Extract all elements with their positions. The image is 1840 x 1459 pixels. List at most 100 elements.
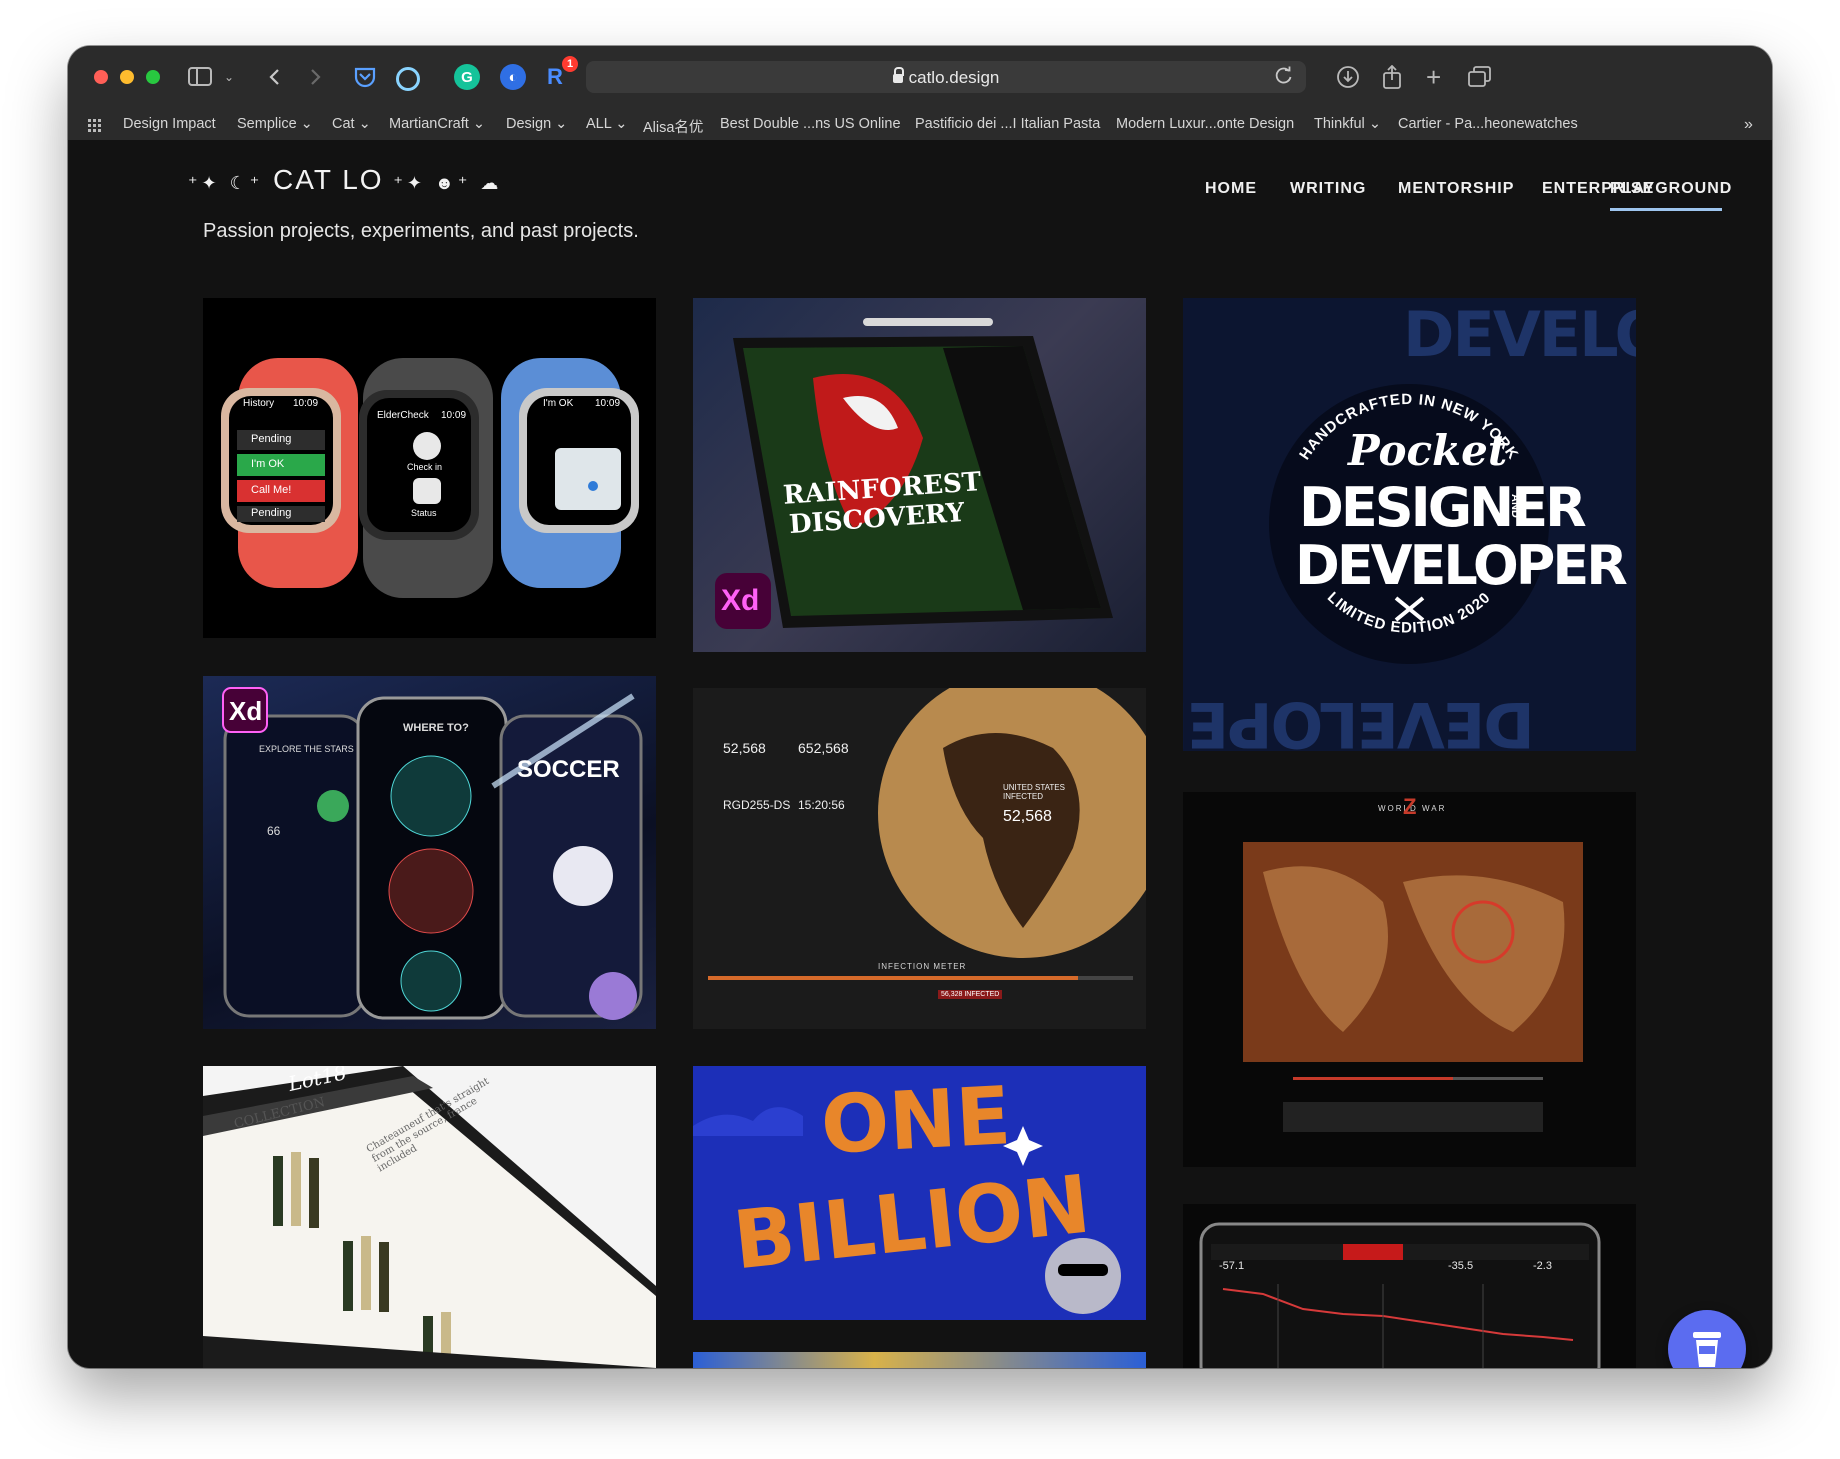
sparkle-icon: ⁺✦ ☾⁺ [188,173,264,193]
project-card-trading[interactable]: -57.1 -35.5 -2.3 [1183,1204,1636,1368]
watch-right-title: I'm OK [543,398,574,409]
close-window-button[interactable] [94,70,108,84]
project-card-wine[interactable]: Lot18 COLLECTION Chateauneuf that's stra… [203,1066,656,1368]
stat-value: 52,568 [723,740,766,756]
chevron-down-icon: ⌄ [300,116,313,132]
phone-1-title: EXPLORE THE STARS [259,744,354,754]
xd-badge: Xd [229,696,263,726]
reload-icon[interactable] [1274,66,1294,91]
bookmark-item[interactable]: Alisa名优 [643,116,703,137]
web-page: ⁺✦ ☾⁺ CAT LO ⁺✦ ☻⁺ ☁ HOME WRITING MENTOR… [68,140,1772,1368]
nav-mentorship[interactable]: MENTORSHIP [1398,180,1514,198]
pocket-and: AND [1509,494,1521,518]
sidebar-toggle-icon[interactable] [188,64,214,90]
watch-row: Pending [251,507,292,519]
address-bar[interactable]: catlo.design [586,61,1306,93]
pocket-line-2: DEVELOPER [1295,534,1628,597]
page-tagline: Passion projects, experiments, and past … [203,220,639,242]
shield-extension-icon[interactable]: ◐ [500,64,526,90]
bookmark-item[interactable]: Thinkful ⌄ [1314,116,1381,132]
logo-text: CAT LO [273,164,384,195]
trading-value: -57.1 [1219,1260,1245,1272]
watch-left-title: History [243,398,275,409]
chevron-down-icon[interactable]: ⌄ [224,64,234,90]
trading-illustration [1199,1222,1601,1368]
stat-value: 652,568 [798,740,849,756]
bookmark-item[interactable]: Semplice ⌄ [237,116,313,132]
grammarly-extension-icon[interactable]: G [454,64,480,90]
tab-overview-icon[interactable] [1468,64,1492,90]
extension-badge: 1 [562,56,578,72]
watch-left-time: 10:09 [293,398,319,409]
wwz-illustration [1243,842,1583,1132]
project-card-billion[interactable]: ONE BILLION [693,1066,1146,1320]
xd-badge: Xd [721,584,760,617]
bookmark-item[interactable]: ALL ⌄ [586,116,627,132]
browser-window: ⌄ G ◐ R1 catlo.design + Design Impact Se… [68,46,1772,1368]
minimize-window-button[interactable] [120,70,134,84]
bookmark-item[interactable]: Design ⌄ [506,116,567,132]
forward-icon[interactable] [308,64,322,90]
nav-writing[interactable]: WRITING [1290,180,1366,198]
watch-row: Pending [251,433,292,445]
sparkle-icon: ⁺✦ ☻⁺ ☁ [393,173,503,193]
bookmark-item[interactable]: Design Impact [123,116,216,132]
download-icon[interactable] [1336,64,1360,90]
stat-value: 15:20:56 [798,798,845,812]
browser-toolbar: ⌄ G ◐ R1 catlo.design + [68,46,1772,108]
bookmark-item[interactable]: Pastificio dei ...I Italian Pasta [915,116,1100,132]
meter-label: INFECTION METER [878,962,967,971]
url-text: catlo.design [908,68,1000,87]
bookmark-item[interactable]: Cat ⌄ [332,116,371,132]
circle-extension-icon[interactable] [396,67,420,91]
chevron-down-icon: ⌄ [358,116,371,132]
bookmark-item[interactable]: Cartier - Pa...heonewatches [1398,116,1578,132]
pocket-line-1: DESIGNER [1299,476,1587,539]
more-bookmarks-icon[interactable]: » [1744,116,1753,134]
trading-value: -35.5 [1448,1260,1474,1272]
bookmarks-bar: Design Impact Semplice ⌄ Cat ⌄ MartianCr… [68,108,1772,141]
site-logo[interactable]: ⁺✦ ☾⁺ CAT LO ⁺✦ ☻⁺ ☁ [188,164,502,196]
watch-right-time: 10:09 [595,398,621,409]
watch-center-label: Check in [407,462,443,472]
project-card-space[interactable]: Xd EXPLORE THE STARS WHERE TO? SOCCER 66 [203,676,656,1029]
window-controls [94,70,160,84]
nav-home[interactable]: HOME [1205,180,1257,198]
project-card-pocket[interactable]: DEVELOPER DEVELOPER HANDCRAFTED IN NEW Y… [1183,298,1636,751]
watch-center-title: ElderCheck [377,410,429,421]
chevron-down-icon: ⌄ [555,116,568,132]
watch-center-time: 10:09 [441,410,467,421]
apps-grid-icon[interactable] [88,119,104,132]
chevron-down-icon: ⌄ [472,116,485,132]
phone-3-title: SOCCER [517,756,620,783]
stat-value: RGD255-DS [723,798,791,812]
project-card-rainforest[interactable]: RAINFOREST DISCOVERY Xd [693,298,1146,652]
coffee-cup-icon [1693,1332,1721,1367]
project-card-infection[interactable]: 52,568 652,568 RGD255-DS 15:20:56 UNITED… [693,688,1146,1029]
project-card-wwz[interactable]: WORLD WAR Z [1183,792,1636,1167]
watch-row: I'm OK [251,458,285,470]
lock-icon [892,67,904,83]
pocket-script: Pocket [1348,426,1508,475]
pocket-extension-icon[interactable] [352,64,378,90]
watch-center-label: Status [411,508,437,518]
share-icon[interactable] [1382,64,1402,90]
phone-2-title: WHERE TO? [403,722,469,734]
new-tab-icon[interactable]: + [1426,62,1441,92]
planet-number: 66 [267,824,281,838]
back-icon[interactable] [268,64,282,90]
r-extension-icon[interactable]: R1 [542,56,578,90]
bookmark-item[interactable]: Modern Luxur...onte Design [1116,116,1294,132]
coffee-cup-button[interactable] [1668,1310,1746,1368]
chevron-down-icon: ⌄ [1368,116,1381,132]
project-card-partial[interactable] [693,1352,1146,1368]
bookmark-item[interactable]: MartianCraft ⌄ [389,116,485,132]
project-card-watch[interactable]: History 10:09 Pending I'm OK Call Me! Pe… [203,298,656,638]
zoom-window-button[interactable] [146,70,160,84]
nav-playground[interactable]: PLAYGROUND [1610,180,1732,198]
bookmark-item[interactable]: Best Double ...ns US Online [720,116,901,132]
active-nav-indicator [1610,208,1722,211]
chevron-down-icon: ⌄ [615,116,628,132]
wwz-letter: Z [1403,794,1417,819]
meter-value: 56,328 INFECTED [938,990,1003,999]
